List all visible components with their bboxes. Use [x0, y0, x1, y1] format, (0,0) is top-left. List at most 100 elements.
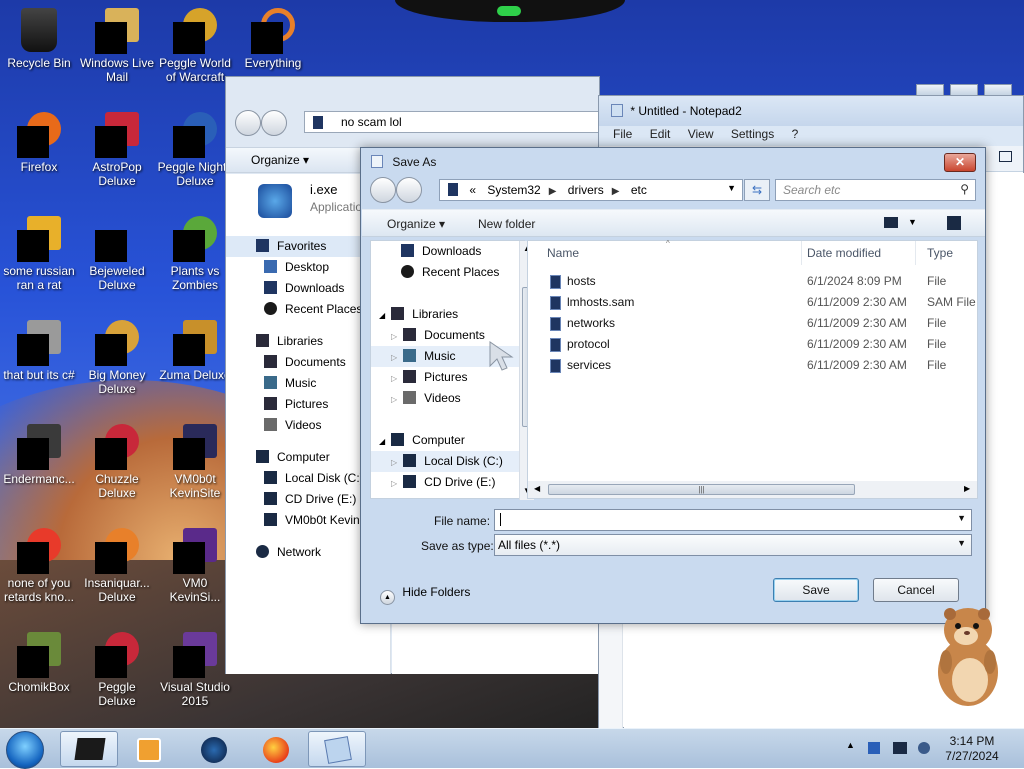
back-button[interactable]	[235, 110, 261, 136]
dialog-close-button[interactable]: ✕	[944, 153, 976, 172]
cancel-button[interactable]: Cancel	[873, 578, 959, 602]
desktop-icon-windows-live-mail[interactable]: Windows Live Mail	[78, 4, 156, 84]
tray-bluetooth-icon[interactable]	[868, 742, 880, 754]
forward-button[interactable]	[261, 110, 287, 136]
search-app-icon	[251, 8, 295, 54]
desktop-icon-that-but-csharp[interactable]: that but its c#	[0, 316, 78, 382]
taskbar-clock[interactable]: 3:14 PM 7/27/2024	[940, 734, 1004, 764]
tray-network-icon[interactable]	[893, 742, 907, 754]
scrollbar-thumb[interactable]: |||	[548, 484, 855, 495]
explorer-nav-buttons[interactable]	[235, 110, 291, 136]
file-row[interactable]: services 6/11/2009 2:30 AM File	[528, 355, 978, 376]
expanded-arrow-icon[interactable]: ◢	[379, 311, 385, 320]
scroll-left-icon[interactable]: ◀	[534, 484, 540, 493]
view-options-icon[interactable]	[884, 217, 898, 228]
menu-edit[interactable]: Edit	[650, 127, 671, 141]
help-icon[interactable]	[947, 216, 961, 230]
desktop-icon-firefox[interactable]: Firefox	[0, 108, 78, 174]
tree-libraries[interactable]: ◢ Libraries	[371, 304, 524, 325]
explorer-organize-button[interactable]: Organize ▾	[251, 153, 309, 167]
forward-button[interactable]	[396, 177, 422, 203]
downloads-icon	[401, 244, 414, 257]
tray-expand-icon[interactable]: ▲	[846, 740, 855, 750]
tree-recent-places[interactable]: Recent Places	[371, 262, 524, 283]
file-row[interactable]: lmhosts.sam 6/11/2009 2:30 AM SAM File	[528, 292, 978, 313]
breadcrumb-system32[interactable]: System32	[487, 183, 540, 197]
breadcrumb[interactable]: « System32 ▶ drivers ▶ etc ▼	[439, 179, 743, 201]
menu-settings[interactable]: Settings	[731, 127, 774, 141]
refresh-button[interactable]: ⇆	[744, 179, 770, 201]
new-folder-button[interactable]: New folder	[478, 217, 535, 231]
collapsed-arrow-icon[interactable]: ▷	[391, 458, 397, 467]
taskbar-explorer-button[interactable]	[60, 731, 118, 767]
chevron-down-icon[interactable]: ▼	[957, 513, 966, 523]
tree-computer[interactable]: ◢ Computer	[371, 430, 524, 451]
desktop-icon-bejeweled[interactable]: Bejeweled Deluxe	[78, 212, 156, 292]
desktop-icon-zuma[interactable]: Zuma Deluxe	[156, 316, 234, 382]
collapsed-arrow-icon[interactable]: ▷	[391, 479, 397, 488]
save-button[interactable]: Save	[773, 578, 859, 602]
taskbar-notepad-button[interactable]	[308, 731, 366, 767]
desktop-icon-visual-studio[interactable]: Visual Studio 2015	[156, 628, 234, 708]
desktop-icon-none-of-you[interactable]: none of you retards kno...	[0, 524, 78, 604]
taskbar-firefox-button[interactable]	[246, 731, 304, 767]
menu-help[interactable]: ?	[792, 127, 799, 141]
file-row[interactable]: hosts 6/1/2024 8:09 PM File	[528, 271, 978, 292]
chevron-right-icon[interactable]: ▶	[612, 186, 620, 197]
desktop-icon-big-money[interactable]: Big Money Deluxe	[78, 316, 156, 396]
collapsed-arrow-icon[interactable]: ▷	[391, 374, 397, 383]
desktop-icon-endermanc[interactable]: Endermanc...	[0, 420, 78, 486]
menu-view[interactable]: View	[688, 127, 714, 141]
taskbar-media-player-button[interactable]	[120, 731, 178, 767]
desktop-icon-russian-rat[interactable]: some russian ran a rat	[0, 212, 78, 292]
taskbar-app-button[interactable]	[184, 731, 242, 767]
file-row[interactable]: protocol 6/11/2009 2:30 AM File	[528, 334, 978, 355]
file-name-input[interactable]: ▼	[494, 509, 972, 531]
chevron-down-icon[interactable]: ▼	[957, 538, 966, 548]
tray-volume-icon[interactable]	[918, 742, 930, 754]
desktop-icon-chomikbox[interactable]: ChomikBox	[0, 628, 78, 694]
menu-file[interactable]: File	[613, 127, 632, 141]
tree-local-disk[interactable]: ▷ Local Disk (C:)	[371, 451, 524, 472]
collapsed-arrow-icon[interactable]: ▷	[391, 332, 397, 341]
desktop-icon-insaniquarium[interactable]: Insaniquar... Deluxe	[78, 524, 156, 604]
breadcrumb-etc[interactable]: etc	[631, 183, 647, 197]
file-row[interactable]: networks 6/11/2009 2:30 AM File	[528, 313, 978, 334]
tree-videos[interactable]: ▷ Videos	[371, 388, 524, 409]
tree-cd-drive[interactable]: ▷ CD Drive (E:)	[371, 472, 524, 493]
desktop-icon-peggle-deluxe[interactable]: Peggle Deluxe	[78, 628, 156, 708]
chevron-down-icon[interactable]: ▼	[727, 183, 736, 193]
desktop-icon-astropop[interactable]: AstroPop Deluxe	[78, 108, 156, 188]
file-list-hscrollbar[interactable]: ◀ ||| ▶	[528, 481, 977, 498]
hide-folders-button[interactable]: ▲ Hide Folders	[380, 585, 470, 605]
desktop-icon-vm0-kevinsi[interactable]: VM0 KevinSi...	[156, 524, 234, 604]
column-date-modified[interactable]: Date modified	[796, 241, 916, 265]
desktop-icon-chuzzle[interactable]: Chuzzle Deluxe	[78, 420, 156, 500]
desktop-icon-recycle-bin[interactable]: Recycle Bin	[0, 4, 78, 70]
save-as-dialog[interactable]: Save As ✕ « System32 ▶ drivers ▶ etc ▼ ⇆ S…	[360, 147, 986, 624]
search-input[interactable]: Search etc ⚲	[775, 179, 976, 201]
collapsed-arrow-icon[interactable]: ▷	[391, 353, 397, 362]
desktop-icon-vm0b0t-kevinsite[interactable]: VM0b0t KevinSite	[156, 420, 234, 500]
toolbar-icon[interactable]	[999, 151, 1012, 162]
tree-downloads[interactable]: Downloads	[371, 241, 524, 262]
scroll-right-icon[interactable]: ▶	[964, 484, 970, 493]
recent-places-icon	[264, 302, 277, 315]
column-type[interactable]: Type	[916, 241, 978, 265]
back-button[interactable]	[370, 177, 396, 203]
expanded-arrow-icon[interactable]: ◢	[379, 437, 385, 446]
file-name-label: File name:	[434, 514, 491, 528]
desktop-icon-peggle-nights[interactable]: Peggle Nights Deluxe	[156, 108, 234, 188]
desktop-icon-everything[interactable]: Everything	[234, 4, 312, 70]
organize-button[interactable]: Organize ▾	[387, 217, 445, 231]
breadcrumb-drivers[interactable]: drivers	[568, 183, 604, 197]
save-as-type-select[interactable]: All files (*.*) ▼	[494, 534, 972, 556]
explorer-address-bar[interactable]: no scam lol	[304, 111, 599, 133]
desktop-icon-peggle-wow[interactable]: Peggle World of Warcraft	[156, 4, 234, 84]
desktop-icon-pvz[interactable]: Plants vs Zombies	[156, 212, 234, 292]
chevron-down-icon[interactable]: ▼	[908, 217, 917, 227]
collapsed-arrow-icon[interactable]: ▷	[391, 395, 397, 404]
start-button[interactable]	[6, 731, 44, 769]
chevron-right-icon[interactable]: ▶	[549, 186, 557, 197]
breadcrumb-overflow[interactable]: «	[469, 183, 476, 197]
